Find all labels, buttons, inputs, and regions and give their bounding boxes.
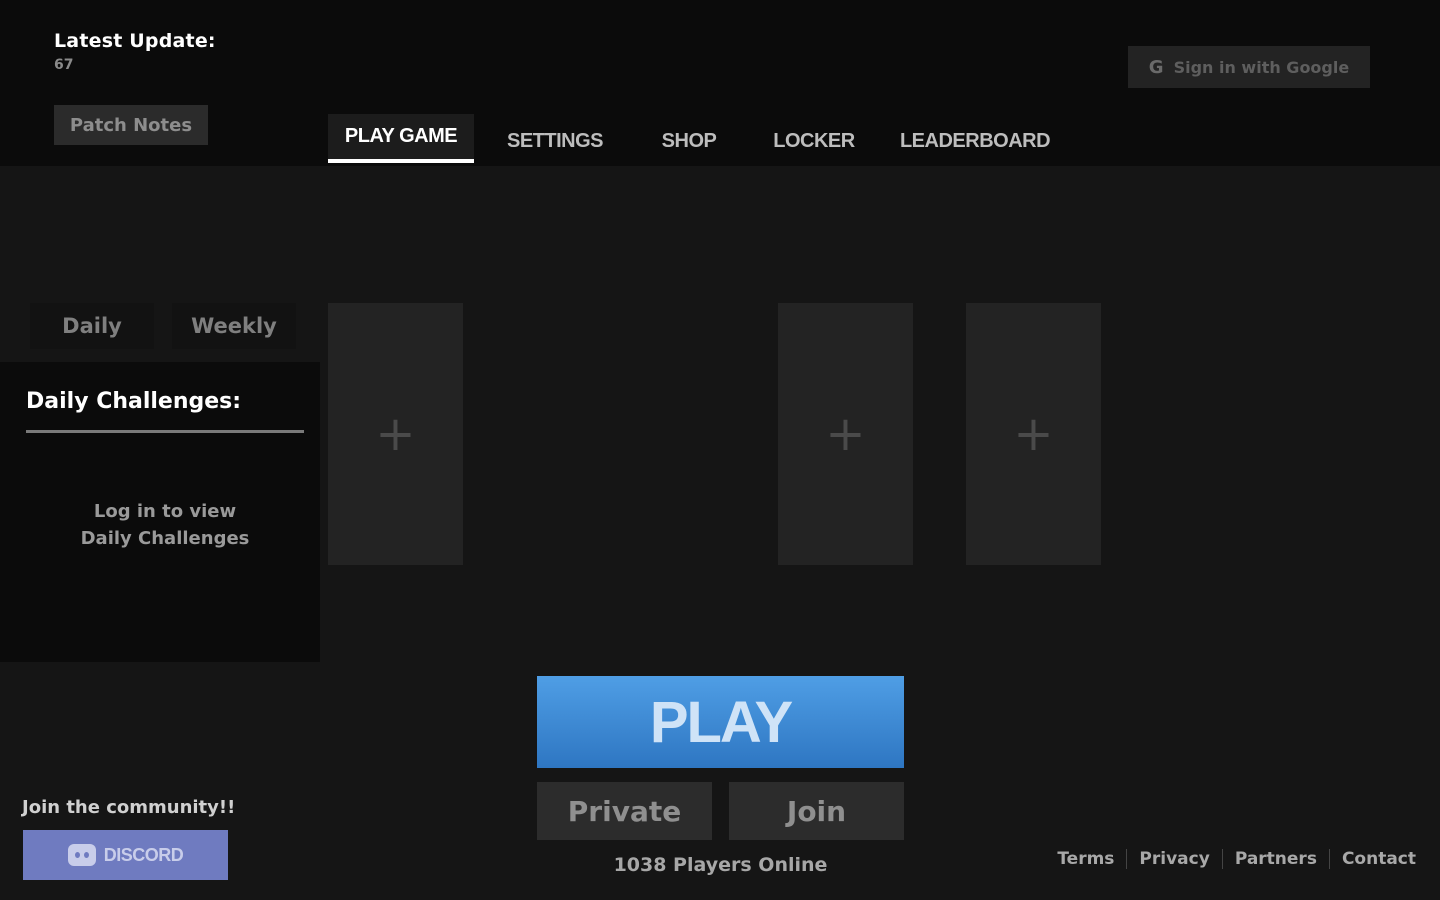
challenges-login-line-2: Daily Challenges (80, 528, 250, 549)
discord-label: DISCORD (103, 844, 184, 865)
discord-icon (67, 844, 96, 866)
plus-icon: + (375, 406, 416, 462)
challenges-login-message: Log in to view Daily Challenges (0, 498, 330, 552)
tab-play-game[interactable]: PLAY GAME (328, 114, 474, 163)
footer-links: Terms Privacy Partners Contact (1045, 849, 1416, 869)
loadout-slot-1[interactable]: + (328, 303, 463, 565)
challenge-tab-daily[interactable]: Daily (30, 303, 154, 349)
join-button[interactable]: Join (729, 782, 904, 840)
challenges-divider (26, 430, 304, 433)
loadout-slot-2[interactable]: + (778, 303, 913, 565)
google-icon: G (1148, 56, 1164, 78)
latest-update-label: Latest Update: (54, 30, 216, 52)
tab-locker[interactable]: LOCKER (764, 118, 864, 164)
play-button[interactable]: PLAY (537, 676, 904, 768)
google-sign-in-button[interactable]: G Sign in with Google (1128, 46, 1370, 88)
footer-link-partners[interactable]: Partners (1223, 849, 1329, 869)
challenges-login-line-1: Log in to view (93, 501, 237, 522)
challenge-tab-weekly[interactable]: Weekly (172, 303, 296, 349)
private-button[interactable]: Private (537, 782, 712, 840)
players-online-count: 1038 Players Online (613, 854, 828, 876)
footer-link-contact[interactable]: Contact (1330, 849, 1416, 869)
plus-icon: + (1013, 406, 1054, 462)
challenges-title: Daily Challenges: (26, 389, 242, 414)
google-sign-in-label: Sign in with Google (1173, 57, 1350, 77)
tab-settings[interactable]: SETTINGS (496, 118, 614, 164)
game-menu: Latest Update: 67 Patch Notes G Sign in … (0, 0, 1440, 900)
plus-icon: + (825, 406, 866, 462)
tab-leaderboard[interactable]: LEADERBOARD (894, 118, 1056, 164)
discord-button[interactable]: DISCORD (23, 830, 228, 880)
header-bar: Latest Update: 67 Patch Notes G Sign in … (0, 0, 1440, 166)
challenges-panel: Daily Challenges: Log in to view Daily C… (0, 362, 320, 662)
latest-update-version: 67 (54, 57, 74, 73)
loadout-slot-3[interactable]: + (966, 303, 1101, 565)
footer-link-terms[interactable]: Terms (1045, 849, 1126, 869)
footer-link-privacy[interactable]: Privacy (1127, 849, 1221, 869)
patch-notes-button[interactable]: Patch Notes (54, 105, 208, 145)
tab-shop[interactable]: SHOP (648, 118, 730, 164)
community-label: Join the community!! (22, 797, 236, 818)
